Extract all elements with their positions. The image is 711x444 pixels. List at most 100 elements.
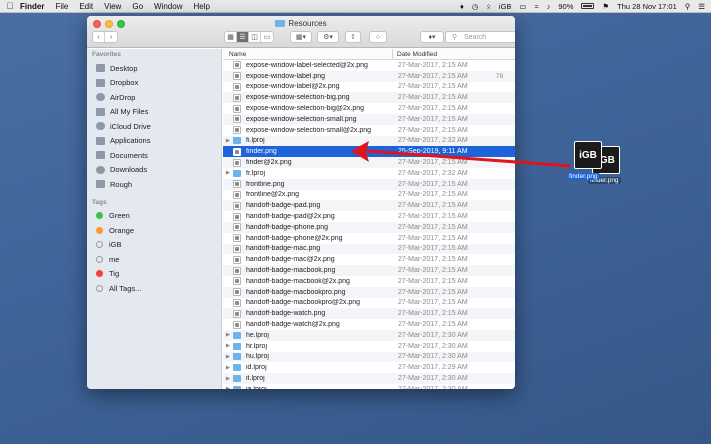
share-button[interactable]: ⇧ (345, 31, 361, 43)
spotlight-icon[interactable]: ⚲ (685, 2, 691, 11)
folder-row[interactable]: ▶ it.lproj 27-Mar-2017, 2:30 AM (223, 373, 515, 384)
disclosure-triangle-icon[interactable]: ▶ (223, 365, 233, 371)
file-row[interactable]: handoff-badge-watch@2x.png 27-Mar-2017, 2… (223, 319, 515, 330)
folder-row[interactable]: ▶ ja.lproj27-Mar-2017, 2:30 AM (223, 384, 515, 389)
menu-view[interactable]: View (104, 2, 121, 11)
sidebar-item-all-my-files[interactable]: All My Files (87, 105, 221, 120)
folder-row[interactable]: ▶ he.lproj 27-Mar-2017, 2:30 AM (223, 329, 515, 341)
disclosure-triangle-icon[interactable]: ▶ (223, 138, 233, 144)
file-row[interactable]: handoff-badge-mac.png 27-Mar-2017, 2:15 A… (223, 243, 515, 255)
arrange-button[interactable]: ▦▾ (290, 31, 312, 43)
file-row[interactable]: handoff-badge-macbook.png 27-Mar-2017, 2:… (223, 265, 515, 276)
sidebar-item-airdrop[interactable]: AirDrop (87, 90, 221, 105)
notification-center-icon[interactable]: ☰ (698, 2, 705, 11)
file-name: expose-window-label@2x.png (246, 83, 340, 91)
file-row[interactable]: expose-window-selection-big.png 27-Mar-20… (223, 92, 515, 104)
sidebar-tag-all-tags[interactable]: All Tags... (87, 281, 221, 296)
file-row[interactable]: expose-window-selection-small@2x.png 27-M… (223, 125, 515, 136)
sidebar-item-documents[interactable]: Documents (87, 148, 221, 163)
file-row[interactable]: expose-window-selection-small.png 27-Mar-… (223, 113, 515, 125)
sidebar-item-label: Green (109, 211, 130, 221)
sidebar-tag-orange[interactable]: Orange (87, 223, 221, 238)
sidebar-item-applications[interactable]: Applications (87, 134, 221, 149)
sidebar-item-icloud-drive[interactable]: iCloud Drive (87, 119, 221, 134)
action-button[interactable]: ⚙▾ (317, 31, 339, 43)
disclosure-triangle-icon[interactable]: ▶ (223, 376, 233, 382)
battery-icon[interactable] (581, 3, 595, 9)
volume-icon[interactable]: ♪ (547, 2, 551, 11)
file-name: hu.lproj (246, 353, 269, 361)
clock[interactable]: Thu 28 Nov 17:01 (617, 2, 677, 11)
sidebar-item-rough[interactable]: Rough (87, 177, 221, 192)
title-bar[interactable]: Resources ‹ › ▦ ☰ ◫ ▭ ▦▾ ⚙▾ ⇧ ○ ♦▾ ⚲ Sea… (87, 16, 515, 48)
menu-help[interactable]: Help (193, 2, 209, 11)
tags-button[interactable]: ○ (369, 31, 387, 43)
back-button[interactable]: ‹ (93, 32, 105, 42)
sidebar-item-label: Desktop (110, 63, 138, 73)
disclosure-triangle-icon[interactable]: ▶ (223, 332, 233, 338)
sidebar-item-downloads[interactable]: Downloads (87, 163, 221, 178)
folder-row[interactable]: ▶ hu.lproj 27-Mar-2017, 2:30 AM (223, 351, 515, 363)
file-row[interactable]: handoff-badge-iphone.png 27-Mar-2017, 2:1… (223, 221, 515, 233)
sidebar-item-label: Orange (109, 225, 135, 235)
dropbox-icon[interactable]: ♦ (460, 2, 464, 11)
time-machine-icon[interactable]: ◷ (472, 2, 479, 11)
folder-row[interactable]: ▶ hr.lproj 27-Mar-2017, 2:30 AM (223, 341, 515, 352)
file-row[interactable]: handoff-badge-macbookpro@2x.png 27-Mar-20… (223, 298, 515, 309)
png-file-icon (233, 223, 241, 232)
file-name: handoff-badge-macbook.png (246, 267, 336, 275)
sidebar-tag-me[interactable]: me (87, 252, 221, 267)
disclosure-triangle-icon[interactable]: ▶ (223, 354, 233, 360)
menu-finder[interactable]: Finder (20, 2, 44, 11)
disclosure-triangle-icon[interactable]: ▶ (223, 343, 233, 349)
user-menu[interactable]: iGB (499, 2, 512, 11)
file-row[interactable]: expose-window-label-selected@2x.png 27-Ma… (223, 60, 515, 71)
folder-row[interactable]: ▶ id.lproj 27-Mar-2017, 2:29 AM (223, 362, 515, 373)
png-file-icon (233, 298, 241, 307)
file-row[interactable]: handoff-badge-mac@2x.png 27-Mar-2017, 2:1… (223, 254, 515, 265)
search-input[interactable]: ⚲ Search (445, 31, 515, 43)
file-row[interactable]: handoff-badge-macbook@2x.png 27-Mar-2017,… (223, 276, 515, 287)
icon-view-icon[interactable]: ▦ (225, 32, 237, 42)
wifi-icon[interactable]: ≈ (535, 2, 539, 11)
menu-file[interactable]: File (55, 2, 68, 11)
sidebar-tag-igb[interactable]: iGB (87, 238, 221, 253)
sidebar-tag-tig[interactable]: Tig (87, 267, 221, 282)
date-column-header[interactable]: Date Modified (393, 49, 437, 59)
file-row[interactable]: expose-window-label.png 27-Mar-2017, 2:15… (223, 70, 515, 82)
disclosure-triangle-icon[interactable]: ▶ (223, 170, 233, 176)
file-row[interactable]: handoff-badge-ipad@2x.png 27-Mar-2017, 2:… (223, 211, 515, 222)
file-row[interactable]: frontline.png 27-Mar-2017, 2:15 AM (223, 178, 515, 190)
sidebar-item-dropbox[interactable]: Dropbox (87, 76, 221, 91)
file-row[interactable]: expose-window-label@2x.png 27-Mar-2017, 2… (223, 82, 515, 93)
menu-window[interactable]: Window (154, 2, 182, 11)
downloads-icon (96, 165, 105, 174)
menu-go[interactable]: Go (132, 2, 143, 11)
forward-button[interactable]: › (105, 32, 117, 42)
file-row[interactable]: frontline@2x.png 27-Mar-2017, 2:15 AM (223, 190, 515, 201)
png-file-icon (233, 180, 241, 189)
apple-menu-icon[interactable]:  (0, 1, 20, 11)
sidebar-item-desktop[interactable]: Desktop (87, 61, 221, 76)
file-date: 27-Mar-2017, 2:15 AM (398, 288, 468, 296)
cover-flow-icon[interactable]: ▭ (261, 32, 273, 42)
png-file-icon (233, 104, 241, 113)
flag-icon[interactable]: ⚑ (602, 2, 609, 11)
file-row[interactable]: handoff-badge-iphone@2x.png 27-Mar-2017, … (223, 233, 515, 244)
disclosure-triangle-icon[interactable]: ▶ (223, 386, 233, 389)
bluetooth-icon[interactable]: ᛟ (486, 2, 491, 11)
menu-edit[interactable]: Edit (79, 2, 93, 11)
file-row[interactable]: handoff-badge-ipad.png 27-Mar-2017, 2:15 … (223, 200, 515, 212)
name-column-header[interactable]: Name (223, 49, 393, 59)
file-row[interactable]: expose-window-selection-big@2x.png 27-Mar… (223, 103, 515, 114)
back-forward-buttons: ‹ › (92, 31, 118, 43)
file-row[interactable]: handoff-badge-watch.png 27-Mar-2017, 2:15… (223, 308, 515, 320)
airplay-icon[interactable]: ▭ (519, 2, 526, 11)
sidebar-tag-green[interactable]: Green (87, 209, 221, 224)
battery-percent[interactable]: 90% (558, 2, 573, 11)
column-view-icon[interactable]: ◫ (249, 32, 261, 42)
list-view-icon[interactable]: ☰ (237, 32, 249, 42)
dragged-file-icon[interactable]: iGB (574, 141, 602, 169)
file-row[interactable]: handoff-badge-macbookpro.png 27-Mar-2017,… (223, 286, 515, 298)
dropbox-button[interactable]: ♦▾ (420, 31, 444, 43)
